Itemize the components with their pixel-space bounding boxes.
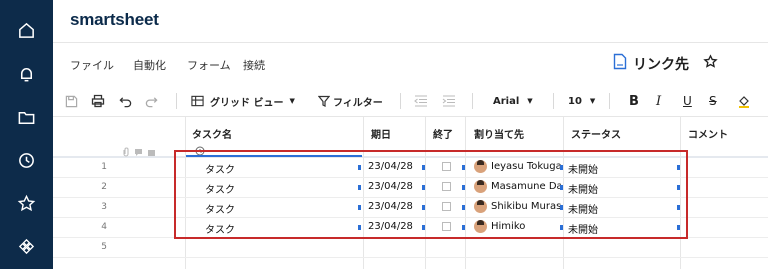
indent-icon[interactable] xyxy=(442,91,456,111)
menu-form[interactable]: フォーム xyxy=(187,57,231,73)
font-selector[interactable]: Arial ▼ xyxy=(493,91,533,111)
chevron-down-icon: ▼ xyxy=(289,97,295,105)
column-header-comments[interactable]: コメント xyxy=(688,126,728,141)
undo-icon[interactable] xyxy=(119,91,132,111)
fill-color-icon[interactable] xyxy=(737,91,751,111)
row-number: 4 xyxy=(101,222,107,232)
font-size-label: 10 xyxy=(568,95,582,107)
app-header: smartsheet xyxy=(53,0,768,43)
highlight-annotation xyxy=(174,150,688,239)
star-icon[interactable] xyxy=(0,185,53,221)
home-icon[interactable] xyxy=(0,12,53,48)
clock-icon[interactable] xyxy=(0,142,53,178)
redo-icon[interactable] xyxy=(145,91,158,111)
view-selector[interactable]: グリッド ビュー ▼ xyxy=(191,91,295,111)
chevron-down-icon: ▼ xyxy=(589,97,596,105)
row-number: 3 xyxy=(101,202,107,212)
bell-icon[interactable] xyxy=(0,56,53,92)
menu-connection[interactable]: 接続 xyxy=(243,57,265,73)
save-icon[interactable] xyxy=(65,91,78,111)
column-header-assigned-to[interactable]: 割り当て先 xyxy=(474,126,524,141)
column-header-done[interactable]: 終了 xyxy=(433,126,453,141)
favorite-star-icon[interactable] xyxy=(703,54,718,73)
grid-icon xyxy=(191,95,204,107)
column-header-due-date[interactable]: 期日 xyxy=(371,126,391,141)
filter-label: フィルター xyxy=(333,97,383,109)
folder-icon[interactable] xyxy=(0,99,53,135)
menu-file[interactable]: ファイル xyxy=(70,57,114,73)
proof-icon xyxy=(147,142,156,161)
apps-icon[interactable] xyxy=(0,228,53,264)
font-size-selector[interactable]: 10 ▼ xyxy=(568,91,595,111)
app-logo[interactable]: smartsheet xyxy=(70,10,159,30)
sheet-icon xyxy=(613,53,627,74)
underline-button[interactable]: U xyxy=(683,91,692,111)
toolbar: グリッド ビュー ▼ フィルター Arial ▼ 10 ▼ B I U S xyxy=(53,86,768,117)
filter-button[interactable]: フィルター xyxy=(318,91,383,111)
table-row[interactable]: 5 xyxy=(53,238,768,258)
bold-button[interactable]: B xyxy=(629,91,639,111)
menu-automation[interactable]: 自動化 xyxy=(133,57,166,73)
attachment-icon xyxy=(122,142,130,161)
row-number: 5 xyxy=(101,242,107,252)
comment-icon xyxy=(134,142,143,161)
view-label: グリッド ビュー xyxy=(210,97,284,109)
strikethrough-button[interactable]: S xyxy=(709,91,717,111)
chevron-down-icon: ▼ xyxy=(527,97,533,105)
document-title-area: リンク先 xyxy=(613,53,718,74)
document-title[interactable]: リンク先 xyxy=(633,54,689,74)
filter-icon xyxy=(318,95,330,107)
font-label: Arial xyxy=(493,95,520,107)
row-number: 1 xyxy=(101,162,107,172)
italic-button[interactable]: I xyxy=(656,91,661,111)
row-header-icons xyxy=(122,142,156,161)
row-number: 2 xyxy=(101,182,107,192)
outdent-icon[interactable] xyxy=(414,91,428,111)
column-header-status[interactable]: ステータス xyxy=(571,126,621,141)
print-icon[interactable] xyxy=(91,91,105,111)
column-header-task-name[interactable]: タスク名 xyxy=(192,126,232,141)
left-nav xyxy=(0,0,53,269)
